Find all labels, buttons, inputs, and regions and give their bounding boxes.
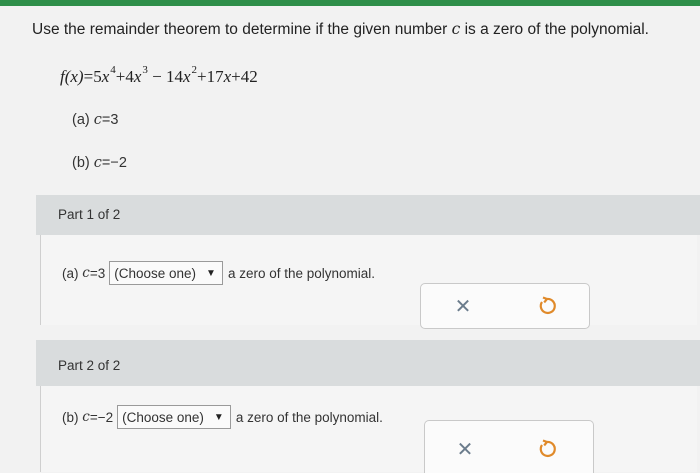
part-2-value: =−2 bbox=[89, 409, 114, 425]
part-2-action-box: ✕ bbox=[424, 420, 594, 473]
sub-question-b-value: =−2 bbox=[101, 155, 127, 171]
part-2-answer-line: (b) c =−2 (Choose one) ▼ a zero of the pol… bbox=[62, 405, 383, 429]
part-2-label: (b) bbox=[62, 409, 79, 425]
sub-question-b-var: c bbox=[93, 155, 102, 171]
question-variable: c bbox=[451, 20, 461, 38]
undo-icon[interactable] bbox=[533, 292, 561, 320]
part-2-panel bbox=[40, 386, 697, 472]
polynomial-lhs: f(x) bbox=[60, 67, 84, 86]
term-4-sign: + bbox=[197, 67, 207, 86]
part-2-var: c bbox=[82, 409, 90, 425]
polynomial-expression: f(x)=5x4+4x3 − 14x2+17x+42 bbox=[60, 64, 258, 87]
part-1-header: Part 1 of 2 bbox=[36, 195, 700, 235]
term-2-var: x bbox=[133, 67, 142, 86]
undo-icon[interactable] bbox=[533, 435, 561, 463]
term-3-sign: − bbox=[152, 67, 162, 86]
part-2-choose-select[interactable]: (Choose one) ▼ bbox=[117, 405, 231, 429]
sub-question-a: (a) c=3 bbox=[72, 112, 118, 128]
part-2-header: Part 2 of 2 bbox=[36, 340, 700, 386]
part-1-var: c bbox=[82, 265, 90, 281]
sub-question-a-var: c bbox=[93, 112, 102, 128]
term-3-coef: 14 bbox=[165, 67, 183, 86]
triangle-down-icon: ▼ bbox=[206, 267, 216, 279]
term-2-exp: 3 bbox=[142, 64, 148, 76]
sub-question-a-value: =3 bbox=[101, 112, 119, 128]
triangle-down-icon: ▼ bbox=[213, 411, 224, 423]
sub-question-b-label: (b) bbox=[72, 155, 90, 171]
top-accent-bar bbox=[0, 0, 700, 6]
part-1-header-label: Part 1 of 2 bbox=[58, 207, 121, 222]
sub-question-a-label: (a) bbox=[72, 112, 90, 128]
close-icon[interactable]: ✕ bbox=[451, 435, 479, 463]
part-2-suffix: a zero of the polynomial. bbox=[235, 409, 383, 425]
term-5-coef: 42 bbox=[240, 67, 258, 86]
part-2-select-value: (Choose one) bbox=[122, 409, 204, 425]
question-text-before: Use the remainder theorem to determine i… bbox=[32, 21, 452, 38]
term-1-coef: 5 bbox=[93, 67, 102, 86]
part-1-select-value: (Choose one) bbox=[114, 265, 197, 281]
part-2-header-label: Part 2 of 2 bbox=[58, 358, 121, 373]
polynomial-equals: = bbox=[83, 67, 94, 86]
close-icon[interactable]: ✕ bbox=[449, 292, 477, 320]
question-text: Use the remainder theorem to determine i… bbox=[32, 20, 672, 39]
sub-question-b: (b) c=−2 bbox=[72, 155, 127, 171]
term-1-var: x bbox=[101, 67, 110, 86]
part-1-suffix: a zero of the polynomial. bbox=[227, 265, 376, 281]
term-3-var: x bbox=[182, 67, 191, 86]
part-1-choose-select[interactable]: (Choose one) ▼ bbox=[109, 261, 223, 285]
part-1-answer-line: (a) c =3 (Choose one) ▼ a zero of the poly… bbox=[62, 261, 375, 285]
term-2-sign: + bbox=[115, 67, 126, 86]
part-1-label: (a) bbox=[62, 265, 79, 281]
term-2-coef: 4 bbox=[125, 67, 134, 86]
part-1-action-box: ✕ bbox=[420, 283, 590, 329]
term-5-sign: + bbox=[231, 67, 241, 86]
term-4-coef: 17 bbox=[206, 67, 224, 86]
question-text-after: is a zero of the polynomial. bbox=[460, 21, 649, 38]
part-1-value: =3 bbox=[89, 265, 106, 281]
